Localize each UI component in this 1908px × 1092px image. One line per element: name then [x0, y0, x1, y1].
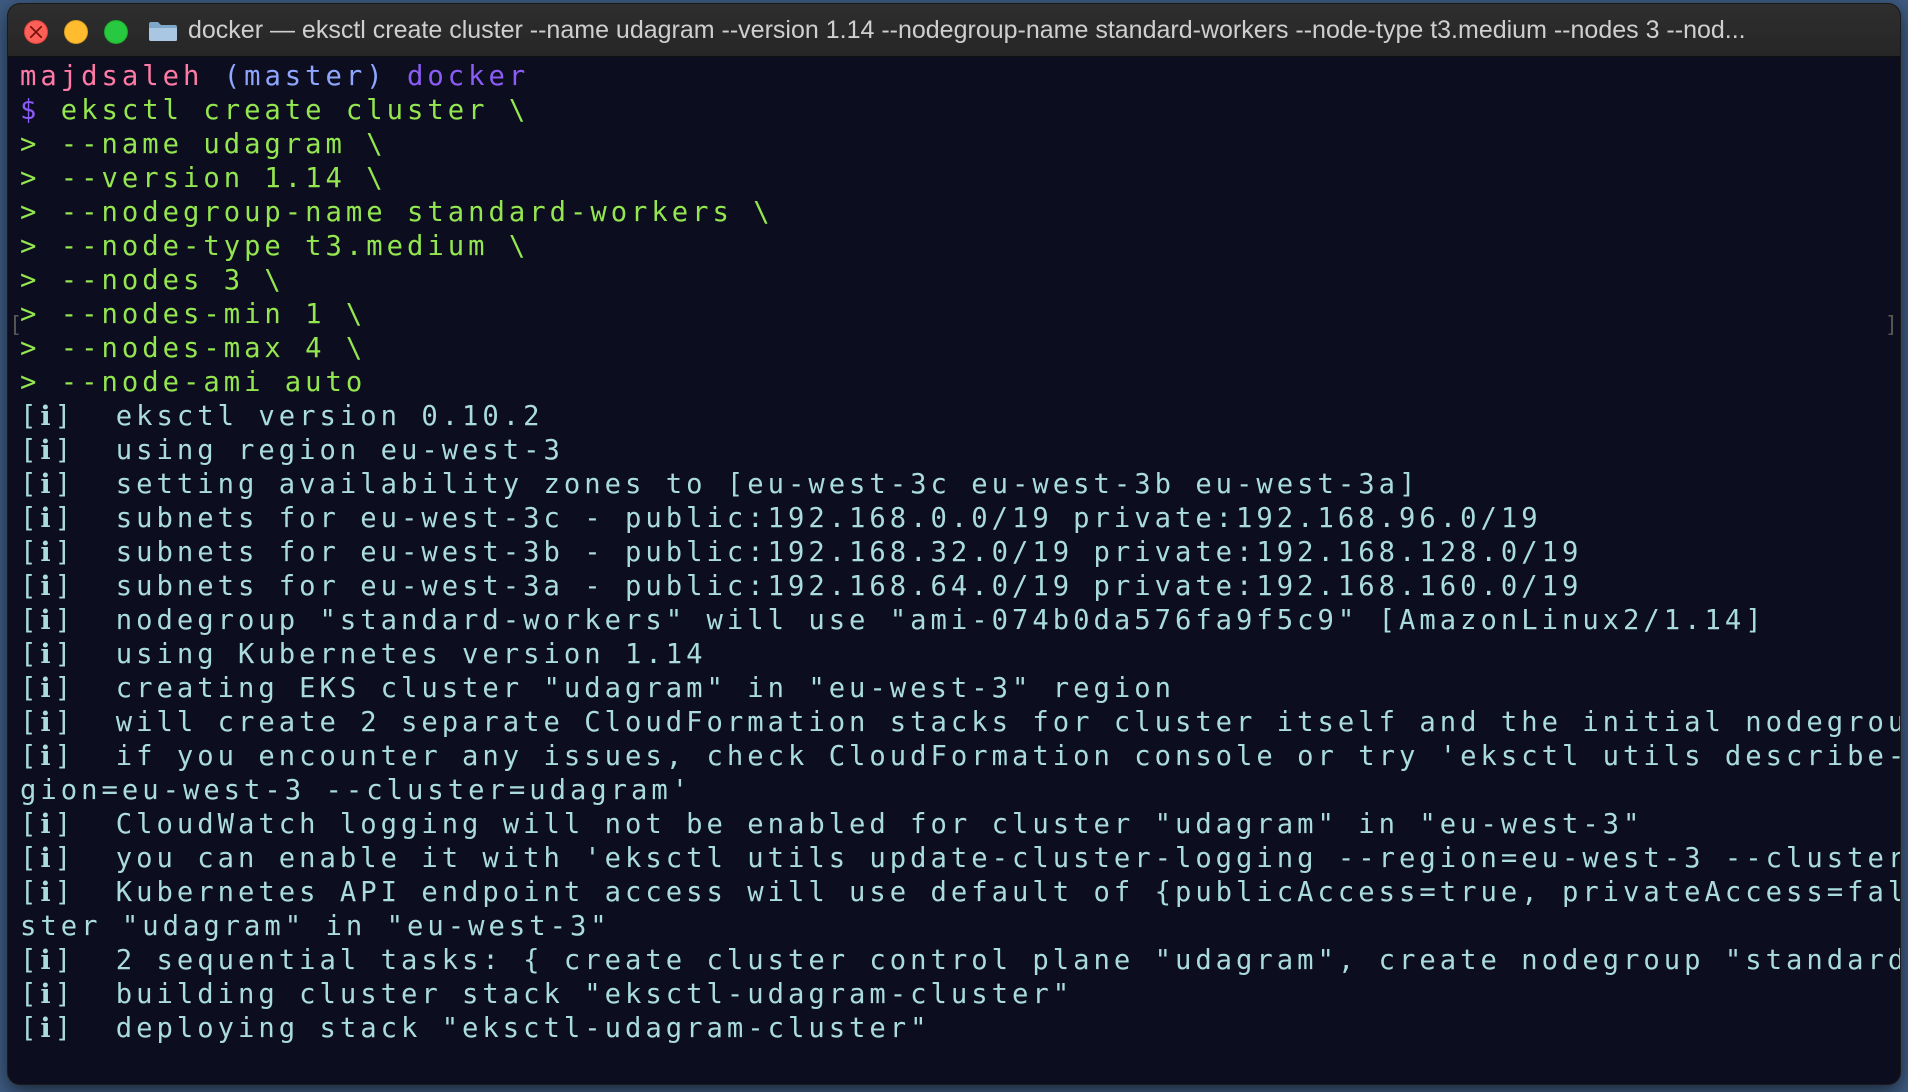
output-line: [ℹ] you can enable it with 'eksctl utils…: [20, 843, 1900, 874]
prompt-user: majdsaleh: [20, 61, 204, 92]
selection-marker-left: [: [9, 313, 23, 338]
command-continuation-line: > --nodes-min 1 \: [20, 298, 1900, 332]
continuation-text: --nodes-max 4 \: [60, 333, 367, 364]
output-line: [ℹ] subnets for eu-west-3c - public:192.…: [20, 503, 1542, 534]
continuation-text: --node-ami auto: [60, 367, 367, 398]
output-line: [ℹ] 2 sequential tasks: { create cluster…: [20, 945, 1900, 976]
maximize-icon[interactable]: [104, 20, 128, 44]
command-continuations: > --name udagram \ > --version 1.14 \ > --…: [20, 128, 1900, 400]
command-continuation-line: > --name udagram \: [20, 128, 1900, 162]
command-continuation-line: > --node-type t3.medium \: [20, 230, 1900, 264]
prompt-branch: (master): [223, 61, 387, 92]
continuation-marker: >: [20, 299, 41, 330]
prompt-symbol: $: [20, 95, 41, 126]
output-line: [ℹ] setting availability zones to [eu-we…: [20, 469, 1420, 500]
continuation-text: --nodegroup-name standard-workers \: [60, 197, 774, 228]
output-line: [ℹ] eksctl version 0.10.2: [20, 401, 544, 432]
output-line: [ℹ] nodegroup "standard-workers" will us…: [20, 605, 1766, 636]
command-continuation-line: > --nodegroup-name standard-workers \: [20, 196, 1900, 230]
continuation-marker: >: [20, 129, 41, 160]
folder-icon: [149, 22, 177, 41]
prompt-line: majdsaleh (master) docker: [20, 60, 1900, 94]
terminal-content[interactable]: majdsaleh (master) docker $ eksctl creat…: [8, 56, 1900, 1084]
selection-marker-right: ]: [1884, 313, 1898, 338]
close-icon[interactable]: [24, 20, 48, 44]
continuation-marker: >: [20, 333, 41, 364]
continuation-marker: >: [20, 163, 41, 194]
command-continuation-line: > --nodes-max 4 \: [20, 332, 1900, 366]
output-line: [ℹ] using Kubernetes version 1.14: [20, 639, 707, 670]
continuation-text: --name udagram \: [60, 129, 387, 160]
continuation-marker: >: [20, 231, 41, 262]
terminal-window: docker — eksctl create cluster --name ud…: [8, 4, 1900, 1084]
output-line: [ℹ] creating EKS cluster "udagram" in "e…: [20, 673, 1175, 704]
command-output: [ℹ] eksctl version 0.10.2 [ℹ] using regio…: [20, 400, 1900, 1046]
output-line: [ℹ] will create 2 separate CloudFormatio…: [20, 707, 1900, 738]
title-bar: docker — eksctl create cluster --name ud…: [8, 4, 1900, 57]
command-continuation-line: > --node-ami auto: [20, 366, 1900, 400]
command-continuation-line: > --nodes 3 \: [20, 264, 1900, 298]
output-line: gion=eu-west-3 --cluster=udagram': [20, 775, 693, 806]
continuation-text: --nodes-min 1 \: [60, 299, 367, 330]
command-continuation-line: > --version 1.14 \: [20, 162, 1900, 196]
minimize-icon[interactable]: [64, 20, 88, 44]
continuation-text: --version 1.14 \: [60, 163, 387, 194]
output-line: ster "udagram" in "eu-west-3": [20, 911, 611, 942]
output-line: [ℹ] building cluster stack "eksctl-udagr…: [20, 979, 1074, 1010]
continuation-marker: >: [20, 265, 41, 296]
output-line: [ℹ] if you encounter any issues, check C…: [20, 741, 1900, 772]
continuation-marker: >: [20, 197, 41, 228]
continuation-text: --node-type t3.medium \: [60, 231, 530, 262]
window-title: docker — eksctl create cluster --name ud…: [188, 16, 1746, 44]
output-line: [ℹ] CloudWatch logging will not be enabl…: [20, 809, 1644, 840]
output-line: [ℹ] using region eu-west-3: [20, 435, 564, 466]
output-line: [ℹ] subnets for eu-west-3a - public:192.…: [20, 571, 1583, 602]
command-line: $ eksctl create cluster \: [20, 94, 1900, 128]
output-line: [ℹ] Kubernetes API endpoint access will …: [20, 877, 1900, 908]
output-line: [ℹ] subnets for eu-west-3b - public:192.…: [20, 537, 1583, 568]
output-line: [ℹ] deploying stack "eksctl-udagram-clus…: [20, 1013, 931, 1044]
continuation-marker: >: [20, 367, 41, 398]
command-text: eksctl create cluster \: [60, 95, 530, 126]
prompt-dir: docker: [407, 61, 530, 92]
continuation-text: --nodes 3 \: [60, 265, 285, 296]
